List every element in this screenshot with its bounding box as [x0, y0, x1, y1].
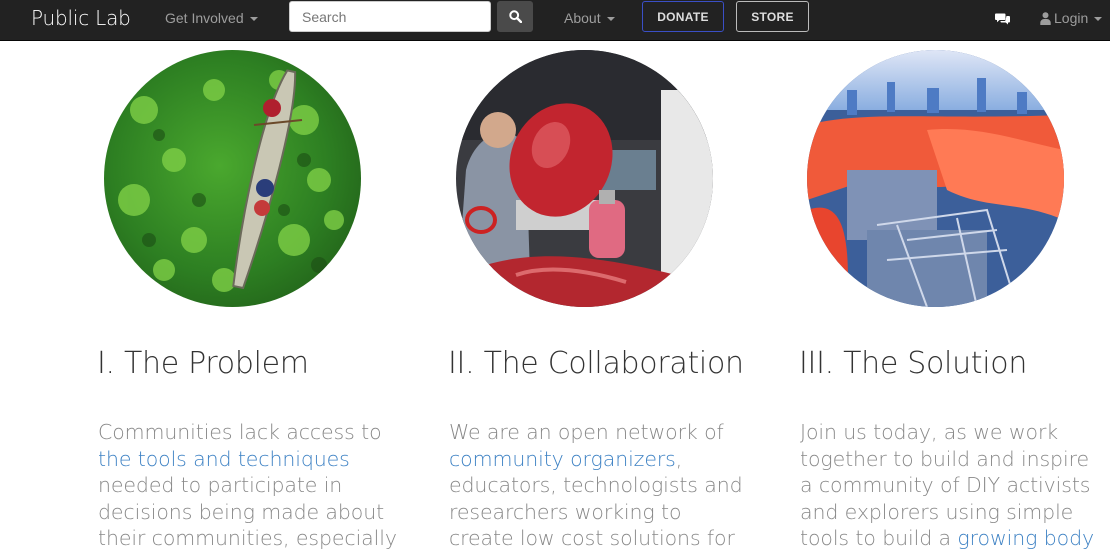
get-involved-label: Get Involved — [165, 10, 244, 26]
infrared-city-photo — [807, 50, 1064, 307]
get-involved-dropdown[interactable]: Get Involved — [165, 10, 258, 26]
solution-heading: III. The Solution — [799, 346, 1028, 381]
top-navbar: Public Lab Get Involved About DONATE STO… — [0, 0, 1110, 41]
store-button[interactable]: STORE — [736, 1, 809, 32]
paragraph-line: We are an open network of — [449, 420, 724, 444]
user-icon — [1040, 12, 1051, 25]
paragraph-text: tools to build a — [800, 526, 958, 551]
login-label: Login — [1054, 10, 1089, 26]
problem-paragraph: Communities lack access to the tools and… — [98, 419, 413, 552]
paragraph-line: researchers working to — [449, 499, 682, 524]
donate-button[interactable]: DONATE — [642, 1, 724, 32]
search-input[interactable] — [289, 1, 491, 32]
paragraph-line: together to build and inspire — [800, 446, 1089, 471]
paragraph-text: , — [675, 446, 683, 471]
search-button[interactable] — [497, 1, 533, 32]
paragraph-line: Join us today, as we work — [800, 420, 1059, 444]
about-label: About — [564, 10, 601, 26]
paragraph-line: create low cost solutions for — [449, 526, 735, 551]
paragraph-line: their communities, especially — [98, 526, 397, 551]
about-dropdown[interactable]: About — [564, 10, 615, 26]
comments-icon[interactable] — [995, 12, 1011, 26]
search-icon — [508, 10, 522, 23]
community-organizers-link[interactable]: community organizers — [449, 447, 676, 471]
paragraph-line: a community of DIY activists — [800, 473, 1091, 498]
collaboration-paragraph: We are an open network of community orga… — [449, 419, 764, 552]
paragraph-line: needed to participate in — [98, 473, 343, 498]
tools-techniques-link[interactable]: the tools and techniques — [98, 447, 350, 471]
problem-heading: I. The Problem — [97, 346, 309, 381]
paragraph-line: decisions being made about — [98, 499, 385, 524]
growing-body-link[interactable]: growing body — [957, 526, 1094, 550]
paragraph-line: the tools and techniques — [98, 446, 413, 473]
balloon-workshop-photo — [456, 50, 713, 307]
chevron-down-icon — [249, 17, 258, 22]
paragraph-line: and explorers using simple — [800, 499, 1074, 524]
chevron-down-icon — [1094, 17, 1103, 22]
paragraph-line: Communities lack access to — [98, 420, 382, 444]
solution-paragraph: Join us today, as we work together to bu… — [800, 419, 1110, 552]
login-dropdown[interactable]: Login — [1040, 10, 1103, 26]
canoe-aerial-photo — [104, 50, 361, 307]
chevron-down-icon — [606, 17, 615, 22]
brand-logo[interactable]: Public Lab — [31, 6, 131, 30]
collaboration-heading: II. The Collaboration — [448, 346, 744, 381]
paragraph-line: community organizers, — [449, 446, 764, 473]
paragraph-line: educators, technologists and — [449, 473, 743, 498]
paragraph-line: tools to build a growing body — [800, 525, 1110, 552]
